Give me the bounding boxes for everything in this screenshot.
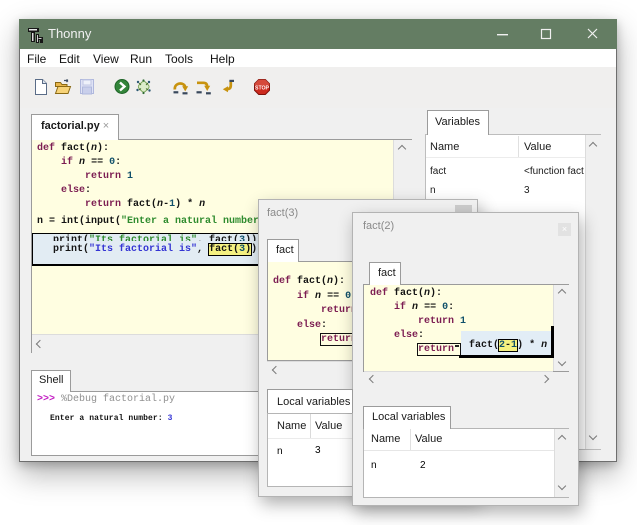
svg-text:STOP: STOP bbox=[255, 86, 270, 92]
